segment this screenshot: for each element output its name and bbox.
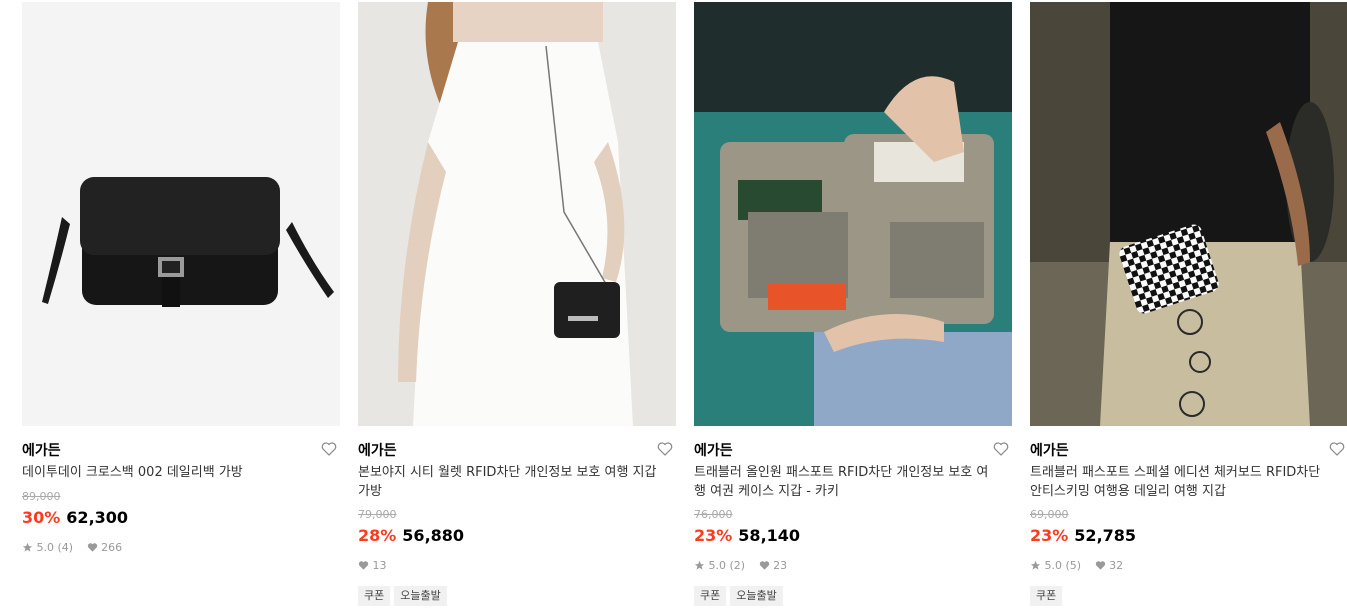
rating-text: 5.0 (2) xyxy=(708,559,746,572)
product-title[interactable]: 데이투데이 크로스백 002 데일리백 가방 xyxy=(22,463,322,482)
like-count: 23 xyxy=(773,559,788,572)
product-meta: 5.0 (2) 23 xyxy=(694,558,1012,574)
rating-text: 5.0 (4) xyxy=(36,541,74,554)
price-line: 30% 62,300 xyxy=(22,506,340,530)
product-image[interactable] xyxy=(694,2,1012,426)
same-day-shipping-tag: 오늘출발 xyxy=(394,586,447,606)
product-grid: 에가든 데이투데이 크로스백 002 데일리백 가방 89,000 30% 62,… xyxy=(22,0,1347,616)
brand-row: 에가든 xyxy=(694,440,1012,460)
product-card[interactable]: 에가든 트래블러 올인원 패스포트 RFID차단 개인정보 보호 여행 여권 케… xyxy=(694,0,1012,616)
brand-name[interactable]: 에가든 xyxy=(694,440,733,460)
original-price: 89,000 xyxy=(22,490,61,503)
sale-price: 62,300 xyxy=(66,508,129,527)
discount-rate: 23% xyxy=(694,526,733,545)
product-title[interactable]: 본보야지 시티 월렛 RFID차단 개인정보 보호 여행 지갑 가방 xyxy=(358,463,658,501)
product-title[interactable]: 트래블러 올인원 패스포트 RFID차단 개인정보 보호 여행 여권 케이스 지… xyxy=(694,463,994,501)
product-meta: 5.0 (4) 266 xyxy=(22,540,340,556)
rating-text: 5.0 (5) xyxy=(1044,559,1082,572)
same-day-shipping-tag: 오늘출발 xyxy=(730,586,783,606)
brand-name[interactable]: 에가든 xyxy=(1030,440,1069,460)
sale-price: 56,880 xyxy=(402,526,465,545)
coupon-tag: 쿠폰 xyxy=(1030,586,1063,606)
price-line: 23% 52,785 xyxy=(1030,524,1347,548)
product-image[interactable] xyxy=(1030,2,1347,426)
heart-filled-icon xyxy=(87,542,98,558)
product-card[interactable]: 에가든 트래블러 패스포트 스페셜 에디션 체커보드 RFID차단 안티스키밍 … xyxy=(1030,0,1347,616)
sale-price: 58,140 xyxy=(738,526,801,545)
heart-filled-icon xyxy=(1095,560,1106,576)
star-icon xyxy=(22,542,33,558)
price-line: 28% 56,880 xyxy=(358,524,676,548)
product-card[interactable]: 에가든 데이투데이 크로스백 002 데일리백 가방 89,000 30% 62,… xyxy=(22,0,340,616)
discount-rate: 28% xyxy=(358,526,397,545)
price-block: 89,000 30% 62,300 5.0 (4) 266 xyxy=(22,490,340,556)
product-image[interactable] xyxy=(358,2,676,426)
original-price: 69,000 xyxy=(1030,508,1069,521)
heart-icon[interactable] xyxy=(656,440,674,458)
like-count: 32 xyxy=(1109,559,1124,572)
heart-icon[interactable] xyxy=(1328,440,1346,458)
heart-filled-icon xyxy=(759,560,770,576)
heart-icon[interactable] xyxy=(320,440,338,458)
like-count: 266 xyxy=(101,541,123,554)
original-price: 76,000 xyxy=(694,508,733,521)
brand-row: 에가든 xyxy=(1030,440,1347,460)
coupon-tag: 쿠폰 xyxy=(358,586,391,606)
price-block: 69,000 23% 52,785 5.0 (5) 32 쿠폰 xyxy=(1030,508,1347,606)
discount-rate: 23% xyxy=(1030,526,1069,545)
tag-list: 쿠폰 오늘출발 xyxy=(694,584,1012,606)
discount-rate: 30% xyxy=(22,508,61,527)
brand-row: 에가든 xyxy=(22,440,340,460)
coupon-tag: 쿠폰 xyxy=(694,586,727,606)
product-card[interactable]: 에가든 본보야지 시티 월렛 RFID차단 개인정보 보호 여행 지갑 가방 7… xyxy=(358,0,676,616)
brand-name[interactable]: 에가든 xyxy=(358,440,397,460)
original-price: 79,000 xyxy=(358,508,397,521)
star-icon xyxy=(694,560,705,576)
price-block: 76,000 23% 58,140 5.0 (2) 23 쿠폰 오늘출발 xyxy=(694,508,1012,606)
brand-row: 에가든 xyxy=(358,440,676,460)
tag-list: 쿠폰 xyxy=(1030,584,1347,606)
heart-filled-icon xyxy=(358,560,369,576)
brand-name[interactable]: 에가든 xyxy=(22,440,61,460)
like-count: 13 xyxy=(372,559,387,572)
star-icon xyxy=(1030,560,1041,576)
heart-icon[interactable] xyxy=(992,440,1010,458)
price-block: 79,000 28% 56,880 13 쿠폰 오늘출발 xyxy=(358,508,676,606)
product-image[interactable] xyxy=(22,2,340,426)
product-meta: 13 xyxy=(358,558,676,574)
product-title[interactable]: 트래블러 패스포트 스페셜 에디션 체커보드 RFID차단 안티스키밍 여행용 … xyxy=(1030,463,1330,501)
tag-list: 쿠폰 오늘출발 xyxy=(358,584,676,606)
product-meta: 5.0 (5) 32 xyxy=(1030,558,1347,574)
price-line: 23% 58,140 xyxy=(694,524,1012,548)
sale-price: 52,785 xyxy=(1074,526,1137,545)
